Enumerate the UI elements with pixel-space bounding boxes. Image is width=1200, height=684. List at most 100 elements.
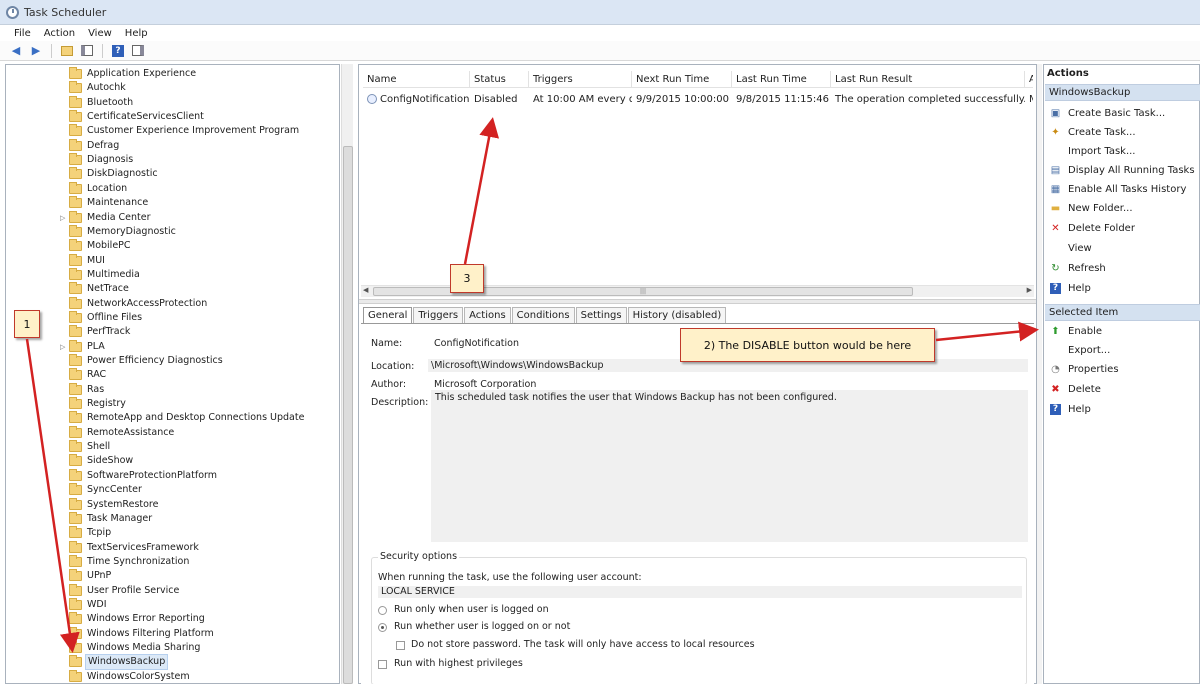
tab-conditions[interactable]: Conditions — [511, 307, 575, 324]
checkbox-no-password[interactable] — [396, 641, 405, 650]
tree-item[interactable]: Shell — [6, 440, 339, 454]
tree-item[interactable]: Autochk — [6, 81, 339, 95]
action-item[interactable]: Import Task... — [1044, 143, 1199, 159]
expand-icon[interactable]: ▷ — [60, 214, 65, 222]
tree-item[interactable]: Customer Experience Improvement Program — [6, 124, 339, 138]
column-last-run-result[interactable]: Last Run Result — [831, 71, 1025, 87]
action-item[interactable]: ✕ Delete Folder — [1044, 220, 1199, 236]
tree-item[interactable]: SoftwareProtectionPlatform — [6, 468, 339, 483]
tree-item[interactable]: Power Efficiency Diagnostics — [6, 354, 339, 368]
tree-item[interactable]: Diagnosis — [6, 153, 339, 167]
action-item[interactable]: ↻ Refresh — [1044, 260, 1199, 276]
tab-settings[interactable]: Settings — [575, 307, 627, 324]
folder-icon — [69, 167, 82, 180]
back-icon[interactable]: ◀ — [8, 43, 24, 59]
tree-item[interactable]: WindowsBackup — [6, 654, 339, 671]
action-item[interactable]: View — [1044, 240, 1199, 256]
actions-section-selected[interactable]: Selected Item — [1045, 304, 1200, 321]
action-item[interactable]: ✦ Create Task... — [1044, 124, 1199, 140]
action-item[interactable]: ? Help — [1044, 280, 1199, 296]
tree-item[interactable]: Ras — [6, 382, 339, 397]
radio-logged-on[interactable] — [378, 606, 387, 615]
tree-item[interactable]: Registry — [6, 397, 339, 411]
action-item[interactable]: ? Help — [1044, 401, 1199, 417]
tree-item[interactable]: Application Experience — [6, 67, 339, 81]
tree-item[interactable]: MobilePC — [6, 239, 339, 253]
tree-item[interactable]: WDI — [6, 597, 339, 612]
column-triggers[interactable]: Triggers — [529, 71, 632, 87]
tree-item[interactable]: NetworkAccessProtection — [6, 296, 339, 311]
tree-item[interactable]: Time Synchronization — [6, 554, 339, 569]
tree-item[interactable]: NetTrace — [6, 282, 339, 296]
tree-item[interactable]: DiskDiagnostic — [6, 167, 339, 181]
tree-item[interactable]: SystemRestore — [6, 497, 339, 512]
tree-item[interactable]: SyncCenter — [6, 483, 339, 497]
tree-item[interactable]: Location — [6, 181, 339, 196]
checkbox-highest-privileges[interactable] — [378, 660, 387, 669]
action-item[interactable]: ▦ Enable All Tasks History — [1044, 181, 1199, 197]
tree-item[interactable]: RAC — [6, 368, 339, 382]
action-item[interactable]: ◔ Properties — [1044, 361, 1199, 377]
scroll-left-icon[interactable]: ◀ — [363, 286, 368, 294]
pane-splitter[interactable] — [359, 299, 1036, 304]
tree-item[interactable]: Defrag — [6, 138, 339, 153]
column-next-run-time[interactable]: Next Run Time — [632, 71, 732, 87]
center-scrollbar[interactable] — [1037, 64, 1042, 684]
action-item[interactable]: ▣ Create Basic Task... — [1044, 105, 1199, 121]
action-item[interactable]: ✖ Delete — [1044, 381, 1199, 397]
tree-scroll-thumb[interactable] — [343, 146, 353, 684]
menu-action[interactable]: Action — [44, 28, 75, 39]
task-icon — [367, 93, 377, 104]
tree-item[interactable]: MemoryDiagnostic — [6, 224, 339, 239]
tree-item[interactable]: Windows Error Reporting — [6, 612, 339, 626]
tree-item[interactable]: Task Manager — [6, 511, 339, 526]
tree-item[interactable]: PerfTrack — [6, 325, 339, 339]
help-icon[interactable]: ? — [110, 43, 126, 59]
show-hide-tree-icon[interactable] — [79, 43, 95, 59]
radio-whether-logged-on[interactable] — [378, 623, 387, 632]
menu-view[interactable]: View — [88, 28, 112, 39]
column-author[interactable]: A — [1025, 71, 1033, 87]
tree-item[interactable]: WindowsColorSystem — [6, 669, 339, 683]
menu-file[interactable]: File — [14, 28, 31, 39]
tree-item[interactable]: User Profile Service — [6, 583, 339, 598]
action-item[interactable]: ▬ New Folder... — [1044, 200, 1199, 216]
tree-item[interactable]: ▷ Media Center — [6, 210, 339, 225]
tree-item[interactable]: Bluetooth — [6, 95, 339, 110]
tree-item[interactable]: UPnP — [6, 569, 339, 583]
action-item[interactable]: Export... — [1044, 342, 1199, 358]
tree-item[interactable]: SideShow — [6, 454, 339, 468]
description-box[interactable]: This scheduled task notifies the user th… — [431, 390, 1028, 542]
action-item[interactable]: ⬆ Enable — [1044, 323, 1199, 339]
expand-icon[interactable]: ▷ — [60, 343, 65, 351]
tree-item[interactable]: Windows Filtering Platform — [6, 626, 339, 641]
tab-history[interactable]: History (disabled) — [627, 307, 727, 324]
action-item[interactable]: ▤ Display All Running Tasks — [1044, 162, 1199, 178]
table-row[interactable]: ConfigNotification Disabled At 10:00 AM … — [363, 91, 1033, 107]
task-library-tree[interactable]: Application Experience Autochk Bluetooth Ce… — [5, 64, 340, 684]
column-name[interactable]: Name — [363, 71, 470, 87]
menu-help[interactable]: Help — [125, 28, 148, 39]
column-status[interactable]: Status — [470, 71, 529, 87]
tree-item[interactable]: Tcpip — [6, 526, 339, 540]
tree-item[interactable]: Multimedia — [6, 267, 339, 282]
tree-item[interactable]: TextServicesFramework — [6, 540, 339, 555]
tree-item[interactable]: CertificateServicesClient — [6, 110, 339, 124]
up-folder-icon[interactable] — [59, 43, 75, 59]
column-last-run-time[interactable]: Last Run Time — [732, 71, 831, 87]
tree-item[interactable]: ▷ PLA — [6, 339, 339, 354]
tree-item[interactable]: Maintenance — [6, 196, 339, 210]
scroll-right-icon[interactable]: ▶ — [1027, 286, 1032, 294]
tree-scrollbar[interactable] — [341, 64, 353, 684]
tab-triggers[interactable]: Triggers — [413, 307, 464, 324]
tree-item[interactable]: RemoteApp and Desktop Connections Update — [6, 411, 339, 425]
tree-item[interactable]: Windows Media Sharing — [6, 641, 339, 655]
tab-actions[interactable]: Actions — [464, 307, 511, 324]
tree-item[interactable]: MUI — [6, 253, 339, 268]
action-pane-icon[interactable] — [130, 43, 146, 59]
actions-section-folder[interactable]: WindowsBackup — [1045, 84, 1200, 101]
tree-item[interactable]: Offline Files — [6, 310, 339, 325]
forward-icon[interactable]: ▶ — [28, 43, 44, 59]
tree-item[interactable]: RemoteAssistance — [6, 425, 339, 440]
tree-item-label: Time Synchronization — [87, 555, 190, 567]
